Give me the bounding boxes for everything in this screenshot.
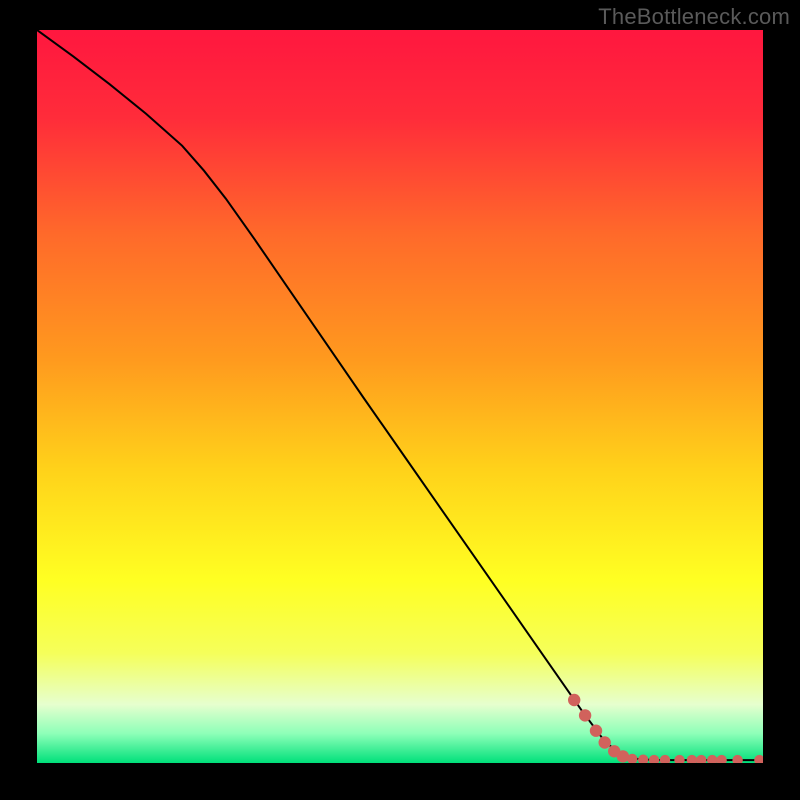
highlight-dot (568, 694, 580, 706)
plot-area (37, 30, 763, 763)
highlight-dot (716, 755, 726, 763)
highlight-dot (579, 709, 591, 721)
highlight-dot (638, 755, 648, 764)
highlight-dot (649, 755, 659, 763)
highlight-dot (707, 755, 717, 763)
highlight-dot (732, 755, 742, 763)
chart-overlay (37, 30, 763, 763)
highlight-dot (590, 725, 602, 737)
highlight-dots (568, 694, 763, 763)
chart-frame: TheBottleneck.com (0, 0, 800, 800)
highlight-dot (687, 755, 697, 763)
curve-line (37, 30, 763, 760)
highlight-dot (696, 755, 706, 763)
highlight-dot (617, 750, 629, 762)
highlight-dot (660, 755, 670, 763)
highlight-dot (674, 755, 684, 763)
watermark-text: TheBottleneck.com (598, 4, 790, 30)
highlight-dot (599, 736, 611, 748)
highlight-dot (754, 755, 763, 763)
